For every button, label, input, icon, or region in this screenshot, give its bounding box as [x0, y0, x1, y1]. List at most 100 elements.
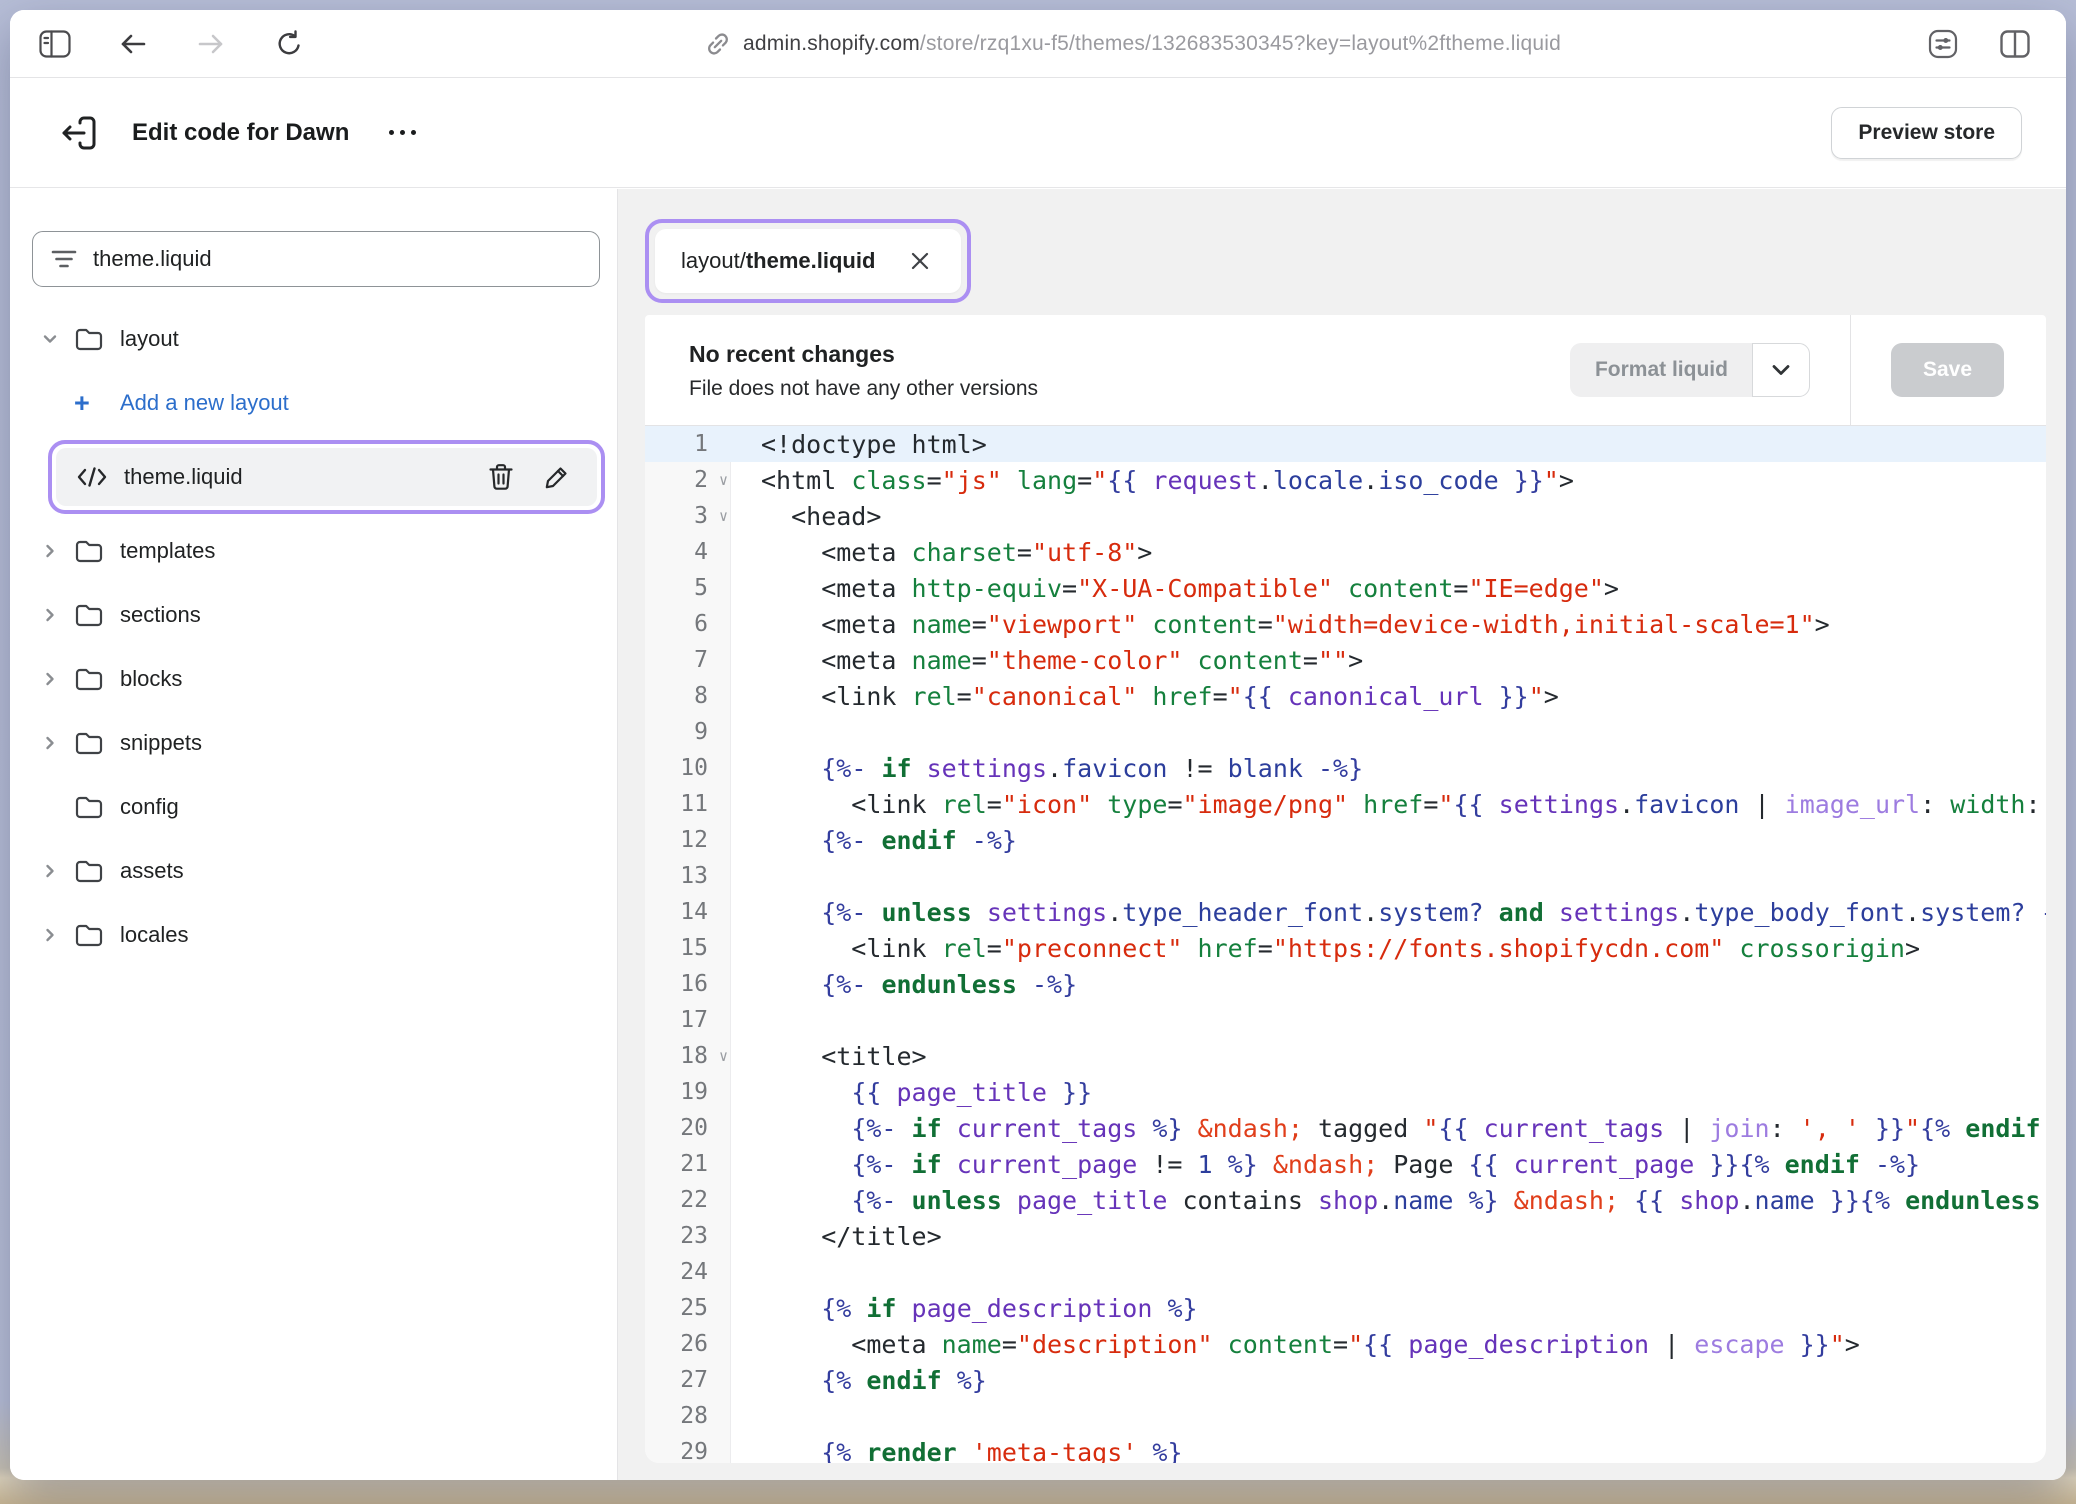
code-line-23[interactable]: 23 </title> — [645, 1218, 2046, 1254]
code-line-21[interactable]: 21 {%- if current_page != 1 %} &ndash; P… — [645, 1146, 2046, 1182]
chevron-right-icon[interactable] — [40, 733, 74, 753]
code-line-25[interactable]: 25 {% if page_description %} — [645, 1290, 2046, 1326]
status-subtitle: File does not have any other versions — [689, 377, 1038, 401]
chevron-down-icon[interactable] — [40, 329, 74, 349]
browser-chrome: admin.shopify.com/store/rzq1xu-f5/themes… — [10, 10, 2066, 78]
fold-toggle-icon[interactable]: ∨ — [719, 473, 728, 488]
sidebar-item-sections[interactable]: sections — [10, 583, 617, 647]
sidebar-item-templates[interactable]: templates — [10, 519, 617, 583]
line-number: 8 — [694, 683, 708, 709]
code-line-20[interactable]: 20 {%- if current_tags %} &ndash; tagged… — [645, 1110, 2046, 1146]
folder-icon — [74, 922, 120, 948]
fold-toggle-icon[interactable]: ∨ — [719, 1049, 728, 1064]
folder-label: blocks — [120, 666, 182, 692]
folder-icon — [74, 666, 120, 692]
line-number: 15 — [680, 935, 708, 961]
search-input[interactable] — [93, 246, 581, 272]
line-number: 23 — [680, 1223, 708, 1249]
sidebar-item-locales[interactable]: locales — [10, 903, 617, 967]
browser-window: admin.shopify.com/store/rzq1xu-f5/themes… — [10, 10, 2066, 1480]
code-editor[interactable]: 1<!doctype html>2∨<html class="js" lang=… — [645, 426, 2046, 1463]
sidebar-item-snippets[interactable]: snippets — [10, 711, 617, 775]
reload-icon[interactable] — [272, 27, 306, 61]
code-line-16[interactable]: 16 {%- endunless -%} — [645, 966, 2046, 1002]
sidebar-item-layout[interactable]: layout — [10, 307, 617, 371]
code-text: {% if page_description %} — [731, 1294, 2046, 1323]
code-text: <head> — [731, 502, 2046, 531]
filter-icon[interactable] — [51, 248, 77, 270]
close-icon[interactable] — [905, 246, 935, 276]
delete-file-icon[interactable] — [481, 457, 521, 497]
code-line-1[interactable]: 1<!doctype html> — [645, 426, 2046, 462]
code-line-9[interactable]: 9 — [645, 714, 2046, 750]
code-line-15[interactable]: 15 <link rel="preconnect" href="https://… — [645, 930, 2046, 966]
forward-icon[interactable] — [194, 27, 228, 61]
code-line-5[interactable]: 5 <meta http-equiv="X-UA-Compatible" con… — [645, 570, 2046, 606]
chevron-right-icon[interactable] — [40, 541, 74, 561]
gutter-cell: 25 — [645, 1290, 731, 1326]
line-number: 19 — [680, 1079, 708, 1105]
code-line-6[interactable]: 6 <meta name="viewport" content="width=d… — [645, 606, 2046, 642]
code-line-7[interactable]: 7 <meta name="theme-color" content=""> — [645, 642, 2046, 678]
page-settings-icon[interactable] — [1926, 27, 1960, 61]
more-actions-button[interactable] — [389, 130, 416, 135]
code-panel: No recent changes File does not have any… — [645, 315, 2046, 1463]
preview-store-button[interactable]: Preview store — [1831, 107, 2022, 159]
gutter-cell: 20 — [645, 1110, 731, 1146]
code-line-18[interactable]: 18∨ <title> — [645, 1038, 2046, 1074]
code-text: <meta name="description" content="{{ pag… — [731, 1330, 2046, 1359]
chevron-right-icon[interactable] — [40, 925, 74, 945]
folder-icon — [74, 602, 120, 628]
code-line-3[interactable]: 3∨ <head> — [645, 498, 2046, 534]
code-text: <title> — [731, 1042, 2046, 1071]
code-line-2[interactable]: 2∨<html class="js" lang="{{ request.loca… — [645, 462, 2046, 498]
code-line-22[interactable]: 22 {%- unless page_title contains shop.n… — [645, 1182, 2046, 1218]
line-number: 11 — [680, 791, 708, 817]
exit-editor-button[interactable] — [58, 113, 98, 153]
format-liquid-button[interactable]: Format liquid — [1570, 343, 1752, 397]
tab-layout-theme-liquid[interactable]: layout/theme.liquid — [655, 229, 961, 293]
code-line-28[interactable]: 28 — [645, 1398, 2046, 1434]
sidebar-item-assets[interactable]: assets — [10, 839, 617, 903]
code-line-27[interactable]: 27 {% endif %} — [645, 1362, 2046, 1398]
code-line-10[interactable]: 10 {%- if settings.favicon != blank -%} — [645, 750, 2046, 786]
code-lines: 1<!doctype html>2∨<html class="js" lang=… — [645, 426, 2046, 1463]
add-new-layout-button[interactable]: +Add a new layout — [10, 371, 617, 435]
code-line-13[interactable]: 13 — [645, 858, 2046, 894]
sidebar-file-theme.liquid[interactable]: theme.liquid — [56, 448, 597, 506]
code-line-17[interactable]: 17 — [645, 1002, 2046, 1038]
code-line-8[interactable]: 8 <link rel="canonical" href="{{ canonic… — [645, 678, 2046, 714]
chevron-right-icon[interactable] — [40, 669, 74, 689]
url-path: /store/rzq1xu-f5/themes/132683530345?key… — [920, 32, 1561, 55]
fold-toggle-icon[interactable]: ∨ — [719, 509, 728, 524]
gutter-cell: 9 — [645, 714, 731, 750]
url-bar[interactable]: admin.shopify.com/store/rzq1xu-f5/themes… — [340, 31, 1926, 57]
code-line-4[interactable]: 4 <meta charset="utf-8"> — [645, 534, 2046, 570]
code-line-14[interactable]: 14 {%- unless settings.type_header_font.… — [645, 894, 2046, 930]
folder-icon — [74, 326, 120, 352]
code-line-29[interactable]: 29 {% render 'meta-tags' %} — [645, 1434, 2046, 1463]
sidebar-item-config[interactable]: config — [10, 775, 617, 839]
code-text: {% endif %} — [731, 1366, 2046, 1395]
file-search[interactable] — [32, 231, 600, 287]
chevron-right-icon[interactable] — [40, 861, 74, 881]
code-line-19[interactable]: 19 {{ page_title }} — [645, 1074, 2046, 1110]
code-line-26[interactable]: 26 <meta name="description" content="{{ … — [645, 1326, 2046, 1362]
format-options-dropdown[interactable] — [1752, 343, 1810, 397]
sidebar-toggle-icon[interactable] — [38, 27, 72, 61]
code-line-12[interactable]: 12 {%- endif -%} — [645, 822, 2046, 858]
code-text: {{ page_title }} — [731, 1078, 2046, 1107]
code-line-11[interactable]: 11 <link rel="icon" type="image/png" hre… — [645, 786, 2046, 822]
gutter-cell: 1 — [645, 426, 731, 462]
code-text: {%- if current_page != 1 %} &ndash; Page… — [731, 1150, 2046, 1179]
line-number: 22 — [680, 1187, 708, 1213]
line-number: 24 — [680, 1259, 708, 1285]
rename-file-icon[interactable] — [537, 457, 577, 497]
back-icon[interactable] — [116, 27, 150, 61]
toolbar-divider — [1850, 315, 1851, 425]
code-line-24[interactable]: 24 — [645, 1254, 2046, 1290]
chevron-right-icon[interactable] — [40, 605, 74, 625]
sidebar-item-blocks[interactable]: blocks — [10, 647, 617, 711]
save-button[interactable]: Save — [1891, 343, 2004, 397]
split-view-icon[interactable] — [1998, 27, 2032, 61]
